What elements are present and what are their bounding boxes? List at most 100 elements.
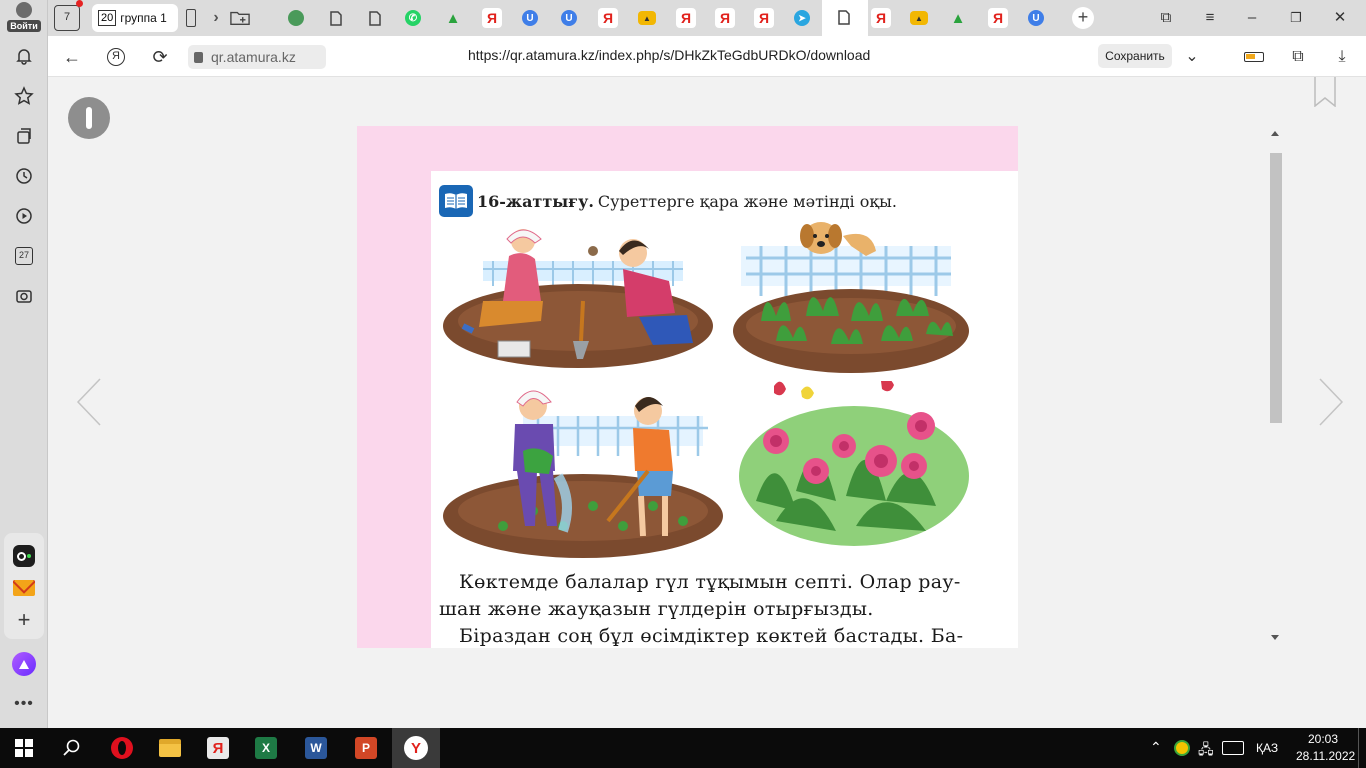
tab-favicon-image[interactable]: ▲ bbox=[910, 11, 928, 25]
body-text-line: Көктемде балалар гүл тұқымын септі. Олар… bbox=[459, 571, 961, 593]
clock-date[interactable]: 28.11.2022 bbox=[1296, 749, 1355, 763]
chevron-right-icon[interactable]: › bbox=[206, 8, 226, 28]
tab-favicon-u[interactable]: U bbox=[561, 10, 577, 26]
tab-favicon-doc[interactable] bbox=[365, 8, 385, 28]
tabs-counter[interactable]: 7 bbox=[54, 5, 80, 31]
more-icon[interactable]: ••• bbox=[12, 692, 36, 716]
collections-icon[interactable] bbox=[12, 124, 36, 148]
notification-dot bbox=[76, 0, 83, 7]
star-icon[interactable] bbox=[12, 84, 36, 108]
document-viewer: 16-жаттығу. Суреттерге қара және мәтінді… bbox=[48, 77, 1366, 728]
exercise-heading: 16-жаттығу. Суреттерге қара және мәтінді… bbox=[439, 185, 897, 217]
textbook-page: 16-жаттығу. Суреттерге қара және мәтінді… bbox=[357, 126, 1018, 648]
illustration-flowers bbox=[739, 381, 969, 546]
next-page-arrow[interactable] bbox=[1306, 377, 1346, 427]
history-icon[interactable] bbox=[12, 164, 36, 188]
illustration-children-planting bbox=[443, 229, 713, 368]
tray-chevron-up-icon[interactable]: ⌃ bbox=[1150, 739, 1162, 756]
opera-icon[interactable] bbox=[98, 728, 146, 768]
bell-icon[interactable] bbox=[12, 44, 36, 68]
yandex-home-button[interactable]: Я bbox=[104, 45, 128, 69]
alice-icon[interactable] bbox=[12, 652, 36, 676]
illustration-children-watering bbox=[443, 390, 723, 558]
bookmark-icon[interactable] bbox=[1314, 77, 1336, 107]
scroll-up-arrow[interactable] bbox=[1271, 131, 1279, 136]
pin-icon[interactable]: ⧉ bbox=[1156, 8, 1176, 28]
illustration-sprouts-dog bbox=[733, 222, 969, 373]
reload-button[interactable]: ⟳ bbox=[148, 45, 172, 69]
body-text-line: Біраздан соң бұл өсімдіктер көктей баста… bbox=[459, 625, 964, 647]
download-icon[interactable]: ⤓ bbox=[1330, 45, 1354, 69]
menu-icon[interactable]: ≡ bbox=[1200, 8, 1220, 28]
scroll-thumb[interactable] bbox=[1270, 153, 1282, 423]
tab-group[interactable]: 20 группа 1 bbox=[92, 4, 178, 32]
back-button[interactable]: ← bbox=[60, 45, 84, 69]
tab-favicon-whatsapp[interactable]: ✆ bbox=[405, 10, 421, 26]
screenshot-icon[interactable] bbox=[12, 284, 36, 308]
site-domain: qr.atamura.kz bbox=[211, 49, 296, 65]
alice-camera-icon[interactable] bbox=[12, 544, 36, 568]
tab-favicon-drive[interactable]: ▲ bbox=[948, 8, 968, 28]
tab-active[interactable] bbox=[822, 0, 868, 36]
powerpoint-icon[interactable]: P bbox=[342, 728, 390, 768]
keyboard-icon[interactable] bbox=[1222, 741, 1244, 755]
tab-favicon-yandex[interactable]: Я bbox=[754, 8, 774, 28]
tab-favicon-u[interactable]: U bbox=[1028, 10, 1044, 26]
tab-icon[interactable] bbox=[186, 9, 196, 27]
scroll-down-arrow[interactable] bbox=[1271, 635, 1279, 640]
network-icon[interactable]: 🖧 bbox=[1198, 739, 1214, 763]
calendar-icon[interactable]: 27 bbox=[12, 244, 36, 268]
tab-favicon-globe[interactable] bbox=[288, 10, 304, 26]
extensions-icon[interactable]: ⧉ bbox=[1286, 45, 1310, 69]
login-button[interactable]: Войти bbox=[6, 2, 42, 36]
tab-favicon-yandex[interactable]: Я bbox=[988, 8, 1008, 28]
tray-app-icon[interactable] bbox=[1174, 740, 1190, 756]
battery-saver-icon[interactable] bbox=[1242, 45, 1266, 69]
tab-favicon-image[interactable]: ▲ bbox=[638, 11, 656, 25]
tab-favicon-telegram[interactable]: ➤ bbox=[794, 10, 810, 26]
tab-favicon-yandex[interactable]: Я bbox=[482, 8, 502, 28]
browser-sidebar: Войти 27 + ••• bbox=[0, 0, 48, 728]
show-desktop-button[interactable] bbox=[1358, 728, 1359, 768]
site-info-pill[interactable]: qr.atamura.kz bbox=[188, 45, 326, 69]
save-button[interactable]: Сохранить bbox=[1098, 44, 1172, 68]
lock-icon bbox=[194, 51, 203, 63]
yandex-browser-icon[interactable]: Y bbox=[392, 728, 440, 768]
tab-favicon-yandex[interactable]: Я bbox=[871, 8, 891, 28]
folder-add-icon[interactable] bbox=[230, 8, 250, 28]
tab-favicon-yandex[interactable]: Я bbox=[715, 8, 735, 28]
previous-page-arrow[interactable] bbox=[74, 377, 114, 427]
url-text[interactable]: https://qr.atamura.kz/index.php/s/DHkZkT… bbox=[468, 47, 870, 63]
search-button[interactable] bbox=[48, 728, 96, 768]
pause-button[interactable] bbox=[68, 97, 110, 139]
tab-bar: 7 20 группа 1 › ✆ ▲ Я U U Я ▲ Я Я Я ➤ Я … bbox=[48, 0, 1366, 36]
file-explorer-icon[interactable] bbox=[146, 728, 194, 768]
minimize-icon[interactable]: – bbox=[1242, 8, 1262, 28]
chevron-down-icon[interactable]: ⌄ bbox=[1180, 45, 1204, 69]
play-icon[interactable] bbox=[12, 204, 36, 228]
tab-favicon-doc[interactable] bbox=[326, 8, 346, 28]
excel-icon[interactable]: X bbox=[242, 728, 290, 768]
body-text-line: шан және жауқазын гүлдерін отырғызды. bbox=[439, 598, 874, 620]
word-icon[interactable]: W bbox=[292, 728, 340, 768]
tab-favicon-yandex[interactable]: Я bbox=[676, 8, 696, 28]
tab-favicon-drive[interactable]: ▲ bbox=[443, 8, 463, 28]
yandex-icon[interactable]: Я bbox=[194, 728, 242, 768]
calendar-day: 27 bbox=[15, 247, 33, 265]
close-icon[interactable]: ✕ bbox=[1330, 8, 1350, 28]
start-button[interactable] bbox=[0, 728, 48, 768]
doc-icon bbox=[838, 10, 850, 30]
language-indicator[interactable]: ҚАЗ bbox=[1256, 741, 1278, 755]
clock-time[interactable]: 20:03 bbox=[1308, 732, 1338, 746]
address-bar: ← Я ⟳ qr.atamura.kz https://qr.atamura.k… bbox=[48, 36, 1366, 77]
new-tab-button[interactable]: + bbox=[1072, 7, 1094, 29]
restore-icon[interactable]: ❐ bbox=[1286, 8, 1306, 28]
exercise-instruction: Суреттерге қара және мәтінді оқы. bbox=[597, 191, 897, 211]
book-icon bbox=[439, 185, 473, 217]
tab-favicon-yandex[interactable]: Я bbox=[598, 8, 618, 28]
add-icon[interactable]: + bbox=[12, 607, 36, 632]
mail-icon[interactable] bbox=[12, 576, 36, 600]
vertical-scrollbar[interactable] bbox=[1264, 127, 1282, 649]
tab-favicon-u[interactable]: U bbox=[522, 10, 538, 26]
windows-taskbar: Я X W P Y ⌃ 🖧 ҚАЗ 20:03 28.11.2022 bbox=[0, 728, 1366, 768]
